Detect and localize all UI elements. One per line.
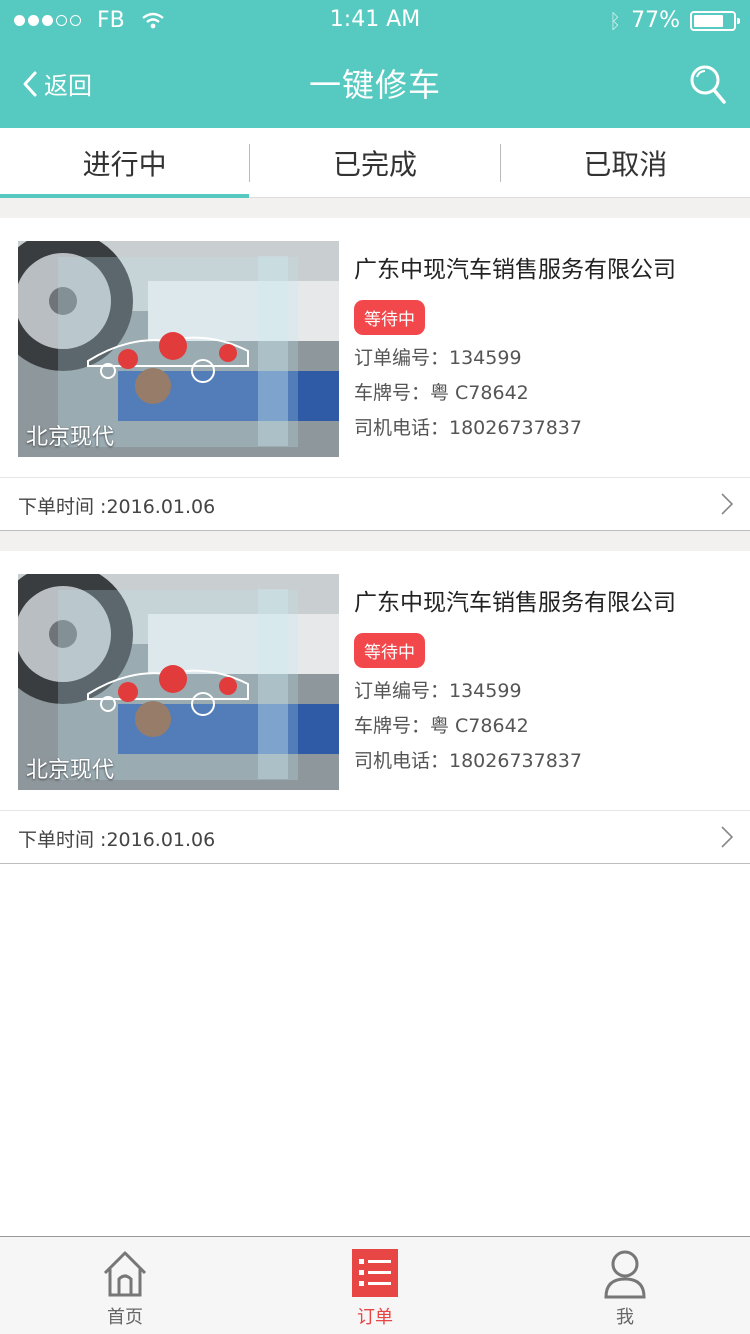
- bottom-tab-bar: 首页 订单 我: [0, 1236, 750, 1334]
- battery-icon: [690, 10, 740, 31]
- order-info: 广东中现汽车销售服务有限公司 等待中 订单编号：134599 车牌号：粤 C78…: [354, 250, 734, 440]
- order-status-tabs: 进行中 已完成 已取消: [0, 128, 750, 198]
- car-brand-label: 北京现代: [26, 758, 115, 783]
- tab-label: 已完成: [332, 147, 417, 181]
- chevron-right-icon: [721, 493, 734, 515]
- order-list-icon: [352, 1249, 398, 1297]
- driver-phone: 司机电话：18026737837: [354, 750, 582, 772]
- order-time: 下单时间 :2016.01.06: [18, 496, 216, 518]
- order-card[interactable]: 北京现代 广东中现汽车销售服务有限公司 等待中 订单编号：134599 车牌号：…: [0, 551, 750, 864]
- car-repair-image: 北京现代: [18, 241, 339, 457]
- order-number: 订单编号：134599: [354, 680, 522, 702]
- tab-cancelled[interactable]: 已取消: [501, 128, 750, 197]
- home-icon: [103, 1251, 147, 1297]
- license-plate: 车牌号：粤 C78642: [354, 715, 529, 737]
- tab-completed[interactable]: 已完成: [250, 128, 499, 197]
- order-list: 北京现代 广东中现汽车销售服务有限公司 等待中 订单编号：134599 车牌号：…: [0, 198, 750, 864]
- status-badge: 等待中: [354, 300, 425, 335]
- list-spacer: [0, 531, 750, 551]
- tab-home-label: 首页: [107, 1307, 143, 1328]
- nav-bar: 返回 一键修车: [0, 40, 750, 128]
- status-bar: FB 1:41 AM ᛒ 77%: [0, 0, 750, 40]
- tab-orders[interactable]: 订单: [250, 1237, 500, 1334]
- user-icon: [604, 1250, 646, 1299]
- order-card[interactable]: 北京现代 广东中现汽车销售服务有限公司 等待中 订单编号：134599 车牌号：…: [0, 218, 750, 531]
- page-title: 一键修车: [308, 66, 441, 104]
- company-name: 广东中现汽车销售服务有限公司: [354, 590, 676, 616]
- driver-phone: 司机电话：18026737837: [354, 417, 582, 439]
- battery-percent: 77%: [631, 8, 680, 33]
- car-brand-label: 北京现代: [26, 425, 115, 450]
- list-spacer: [0, 198, 750, 218]
- bluetooth-icon: ᛒ: [609, 8, 622, 33]
- tab-label: 已取消: [583, 147, 668, 181]
- company-name: 广东中现汽车销售服务有限公司: [354, 257, 676, 283]
- tab-orders-label: 订单: [357, 1307, 393, 1328]
- chevron-right-icon: [721, 826, 734, 848]
- battery-area: ᛒ 77%: [609, 8, 740, 33]
- tab-me-label: 我: [616, 1307, 634, 1328]
- search-icon[interactable]: [688, 62, 728, 106]
- status-badge: 等待中: [354, 633, 425, 668]
- car-repair-image: 北京现代: [18, 574, 339, 790]
- order-number: 订单编号：134599: [354, 347, 522, 369]
- tab-home[interactable]: 首页: [0, 1237, 250, 1334]
- tab-in-progress[interactable]: 进行中: [0, 128, 250, 198]
- order-footer[interactable]: 下单时间 :2016.01.06: [0, 810, 750, 864]
- app-header: FB 1:41 AM ᛒ 77% 返回 一键修车: [0, 0, 750, 128]
- order-time: 下单时间 :2016.01.06: [18, 829, 216, 851]
- order-footer[interactable]: 下单时间 :2016.01.06: [0, 477, 750, 531]
- order-info: 广东中现汽车销售服务有限公司 等待中 订单编号：134599 车牌号：粤 C78…: [354, 583, 734, 773]
- tab-me[interactable]: 我: [500, 1237, 750, 1334]
- tab-label: 进行中: [82, 147, 167, 181]
- license-plate: 车牌号：粤 C78642: [354, 382, 529, 404]
